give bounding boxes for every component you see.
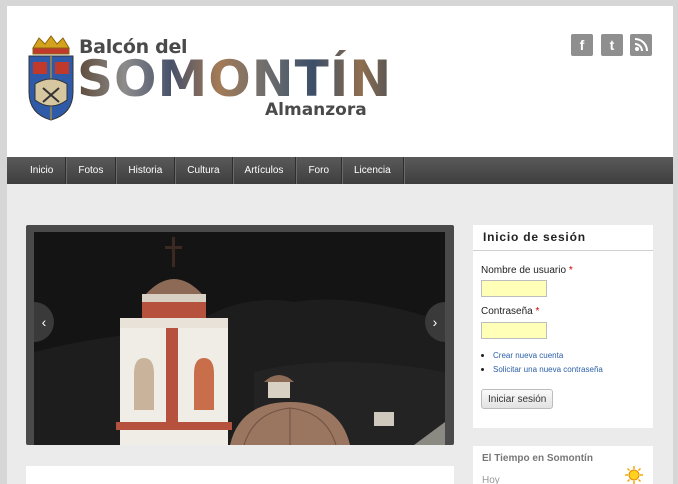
weather-block: El Tiempo en Somontín Hoy — [473, 446, 653, 484]
login-block: Inicio de sesión Nombre de usuario * Con… — [473, 225, 653, 428]
create-account-link[interactable]: Crear nueva cuenta — [481, 351, 603, 360]
weather-day: Hoy — [482, 475, 500, 484]
login-links: Crear nueva cuenta Solicitar una nueva c… — [481, 351, 603, 379]
login-button[interactable]: Iniciar sesión — [481, 389, 554, 409]
content-card — [26, 466, 454, 484]
slide-image[interactable]: ‹ › — [34, 232, 445, 445]
sun-icon — [625, 466, 643, 484]
password-field[interactable] — [481, 322, 547, 339]
required-mark: * — [568, 265, 573, 276]
main-nav: Inicio Fotos Historia Cultura Artículos … — [7, 157, 673, 184]
username-field[interactable] — [481, 280, 547, 297]
rss-icon[interactable] — [630, 34, 652, 56]
username-label: Nombre de usuario * — [481, 265, 573, 276]
password-label-text: Contraseña — [481, 306, 533, 317]
password-label: Contraseña * — [481, 306, 539, 317]
facebook-icon[interactable]: f — [571, 34, 593, 56]
nav-item-foro[interactable]: Foro — [296, 157, 342, 184]
logo-subtitle: Almanzora — [265, 100, 367, 120]
required-mark: * — [535, 306, 540, 317]
request-password-link[interactable]: Solicitar una nueva contraseña — [481, 365, 603, 374]
login-title: Inicio de sesión — [473, 225, 653, 251]
church-night-photo — [34, 232, 445, 445]
nav-item-fotos[interactable]: Fotos — [66, 157, 117, 184]
nav-item-historia[interactable]: Historia — [116, 157, 176, 184]
username-label-text: Nombre de usuario — [481, 265, 567, 276]
nav-item-articulos[interactable]: Artículos — [233, 157, 297, 184]
site-logo[interactable]: Balcón del SOMONTÍN Almanzora — [25, 30, 391, 125]
crest-icon — [28, 35, 74, 121]
page: Balcón del SOMONTÍN Almanzora f t Inicio… — [7, 6, 673, 484]
nav-item-licencia[interactable]: Licencia — [342, 157, 404, 184]
image-slider: ‹ › — [26, 225, 454, 445]
twitter-icon[interactable]: t — [601, 34, 623, 56]
weather-title: El Tiempo en Somontín — [482, 453, 593, 464]
content-area: ‹ › Inicio de sesión Nombre de usuario *… — [7, 184, 673, 484]
nav-item-inicio[interactable]: Inicio — [18, 157, 67, 184]
nav-item-cultura[interactable]: Cultura — [175, 157, 233, 184]
site-header: Balcón del SOMONTÍN Almanzora f t — [7, 6, 673, 157]
